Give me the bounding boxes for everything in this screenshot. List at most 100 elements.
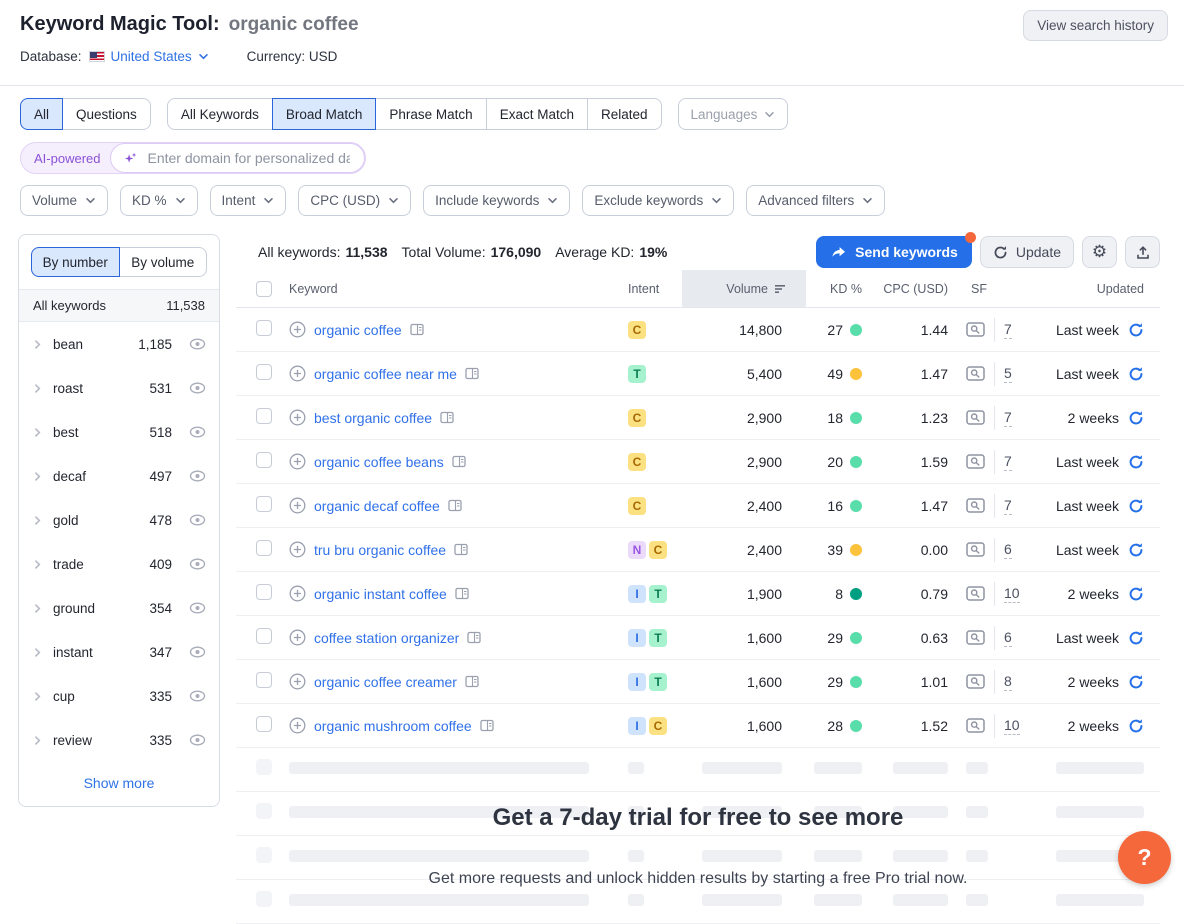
- keyword-link[interactable]: tru bru organic coffee: [314, 542, 446, 558]
- refresh-metrics-icon[interactable]: [1128, 322, 1144, 338]
- eye-icon[interactable]: [189, 689, 206, 703]
- refresh-metrics-icon[interactable]: [1128, 366, 1144, 382]
- filter-cpc-usd-[interactable]: CPC (USD): [298, 185, 411, 216]
- export-button[interactable]: [1125, 236, 1160, 268]
- snippet-preview-icon[interactable]: [467, 631, 481, 644]
- add-keyword-icon[interactable]: [289, 409, 306, 426]
- sf-count[interactable]: 7: [1004, 321, 1012, 339]
- chevron-right-icon[interactable]: [32, 427, 43, 438]
- refresh-metrics-icon[interactable]: [1128, 542, 1144, 558]
- filter-kd-[interactable]: KD %: [120, 185, 198, 216]
- keyword-link[interactable]: organic coffee beans: [314, 454, 444, 470]
- settings-button[interactable]: ⚙: [1082, 236, 1117, 268]
- sidebar-group-bean[interactable]: bean1,185: [19, 322, 219, 366]
- sf-count[interactable]: 8: [1004, 673, 1012, 691]
- column-header-updated[interactable]: Updated: [1032, 270, 1160, 307]
- refresh-metrics-icon[interactable]: [1128, 718, 1144, 734]
- snippet-preview-icon[interactable]: [440, 411, 454, 424]
- sidebar-group-decaf[interactable]: decaf497: [19, 454, 219, 498]
- sf-count[interactable]: 6: [1004, 629, 1012, 647]
- keyword-link[interactable]: organic coffee creamer: [314, 674, 457, 690]
- chevron-right-icon[interactable]: [32, 559, 43, 570]
- sidebar-toggle-by-volume[interactable]: By volume: [119, 247, 208, 277]
- row-checkbox[interactable]: [256, 364, 272, 380]
- refresh-metrics-icon[interactable]: [1128, 586, 1144, 602]
- languages-dropdown[interactable]: Languages: [678, 98, 789, 130]
- add-keyword-icon[interactable]: [289, 585, 306, 602]
- keyword-link[interactable]: organic mushroom coffee: [314, 718, 472, 734]
- snippet-preview-icon[interactable]: [480, 719, 494, 732]
- add-keyword-icon[interactable]: [289, 629, 306, 646]
- column-header-sf[interactable]: SF: [958, 270, 1032, 307]
- chevron-right-icon[interactable]: [32, 603, 43, 614]
- column-header-kd[interactable]: KD %: [806, 270, 870, 307]
- sf-count[interactable]: 7: [1004, 409, 1012, 427]
- update-button[interactable]: Update: [980, 236, 1074, 268]
- domain-input[interactable]: [145, 149, 352, 167]
- tab-all-keywords[interactable]: All Keywords: [167, 98, 273, 130]
- sidebar-group-ground[interactable]: ground354: [19, 586, 219, 630]
- row-checkbox[interactable]: [256, 452, 272, 468]
- refresh-metrics-icon[interactable]: [1128, 454, 1144, 470]
- sidebar-group-instant[interactable]: instant347: [19, 630, 219, 674]
- eye-icon[interactable]: [189, 381, 206, 395]
- view-search-history-button[interactable]: View search history: [1023, 10, 1168, 41]
- snippet-preview-icon[interactable]: [410, 323, 424, 336]
- serp-features-icon[interactable]: [966, 322, 985, 337]
- row-checkbox[interactable]: [256, 716, 272, 732]
- chevron-right-icon[interactable]: [32, 647, 43, 658]
- serp-features-icon[interactable]: [966, 542, 985, 557]
- add-keyword-icon[interactable]: [289, 321, 306, 338]
- refresh-metrics-icon[interactable]: [1128, 498, 1144, 514]
- filter-volume[interactable]: Volume: [20, 185, 108, 216]
- filter-advanced-filters[interactable]: Advanced filters: [746, 185, 885, 216]
- tab-all[interactable]: All: [20, 98, 63, 130]
- chevron-right-icon[interactable]: [32, 735, 43, 746]
- row-checkbox[interactable]: [256, 584, 272, 600]
- snippet-preview-icon[interactable]: [455, 587, 469, 600]
- add-keyword-icon[interactable]: [289, 717, 306, 734]
- serp-features-icon[interactable]: [966, 410, 985, 425]
- column-header-keyword[interactable]: Keyword: [280, 270, 628, 307]
- add-keyword-icon[interactable]: [289, 673, 306, 690]
- sort-descending-icon[interactable]: [775, 284, 786, 294]
- serp-features-icon[interactable]: [966, 498, 985, 513]
- sidebar-group-cup[interactable]: cup335: [19, 674, 219, 718]
- add-keyword-icon[interactable]: [289, 453, 306, 470]
- refresh-metrics-icon[interactable]: [1128, 674, 1144, 690]
- row-checkbox[interactable]: [256, 672, 272, 688]
- refresh-metrics-icon[interactable]: [1128, 410, 1144, 426]
- tab-related[interactable]: Related: [587, 98, 662, 130]
- row-checkbox[interactable]: [256, 628, 272, 644]
- row-checkbox[interactable]: [256, 408, 272, 424]
- eye-icon[interactable]: [189, 733, 206, 747]
- filter-intent[interactable]: Intent: [210, 185, 287, 216]
- sidebar-all-keywords-row[interactable]: All keywords 11,538: [19, 289, 219, 322]
- sf-count[interactable]: 10: [1004, 585, 1020, 603]
- row-checkbox[interactable]: [256, 540, 272, 556]
- add-keyword-icon[interactable]: [289, 365, 306, 382]
- keyword-link[interactable]: coffee station organizer: [314, 630, 459, 646]
- send-keywords-button[interactable]: Send keywords: [816, 236, 972, 268]
- serp-features-icon[interactable]: [966, 718, 985, 733]
- keyword-link[interactable]: organic decaf coffee: [314, 498, 440, 514]
- chevron-right-icon[interactable]: [32, 471, 43, 482]
- row-checkbox[interactable]: [256, 320, 272, 336]
- chevron-right-icon[interactable]: [32, 339, 43, 350]
- show-more-link[interactable]: Show more: [19, 762, 219, 806]
- eye-icon[interactable]: [189, 601, 206, 615]
- chevron-right-icon[interactable]: [32, 691, 43, 702]
- sidebar-toggle-by-number[interactable]: By number: [31, 247, 120, 277]
- serp-features-icon[interactable]: [966, 630, 985, 645]
- sidebar-group-review[interactable]: review335: [19, 718, 219, 762]
- filter-include-keywords[interactable]: Include keywords: [423, 185, 570, 216]
- tab-exact-match[interactable]: Exact Match: [486, 98, 588, 130]
- keyword-link[interactable]: best organic coffee: [314, 410, 432, 426]
- row-checkbox[interactable]: [256, 496, 272, 512]
- sf-count[interactable]: 7: [1004, 497, 1012, 515]
- serp-features-icon[interactable]: [966, 586, 985, 601]
- chevron-right-icon[interactable]: [32, 515, 43, 526]
- eye-icon[interactable]: [189, 337, 206, 351]
- sidebar-group-trade[interactable]: trade409: [19, 542, 219, 586]
- help-button[interactable]: ?: [1118, 831, 1171, 884]
